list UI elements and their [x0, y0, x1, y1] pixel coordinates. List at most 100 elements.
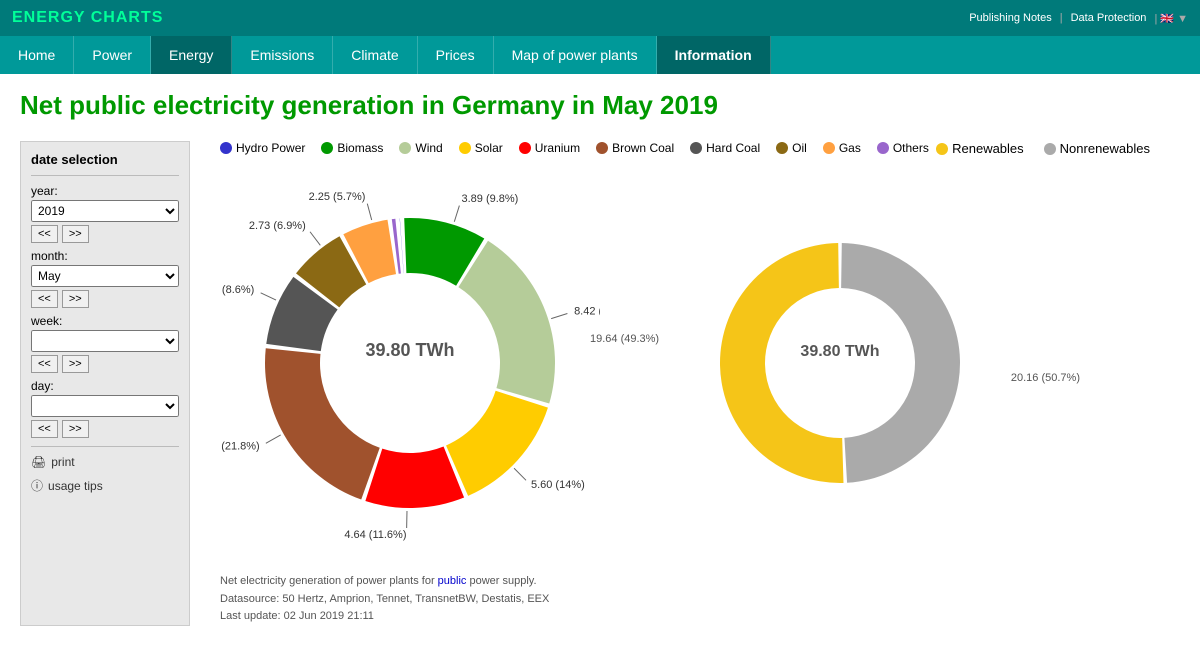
week-arrows: << >>: [31, 355, 179, 373]
usage-tips-link[interactable]: ⓘ usage tips: [31, 477, 179, 494]
legend-biomass: Biomass: [321, 141, 383, 155]
public-link[interactable]: public: [438, 575, 467, 587]
main-content: date selection year: 2019 << >> month: M…: [0, 131, 1200, 636]
svg-text:3.89 (9.8%): 3.89 (9.8%): [461, 193, 518, 205]
month-prev-btn[interactable]: <<: [31, 290, 58, 308]
uranium-dot: [519, 142, 531, 154]
svg-text:2.25 (5.7%): 2.25 (5.7%): [309, 191, 366, 203]
svg-text:39.80 TWh: 39.80 TWh: [800, 343, 879, 360]
others-dot: [877, 142, 889, 154]
day-arrows: << >>: [31, 420, 179, 438]
footnote-line2: Datasource: 50 Hertz, Amprion, Tennet, T…: [220, 591, 1180, 609]
chart-content: Hydro Power Biomass Wind Solar Uranium: [200, 131, 1200, 636]
gas-dot: [823, 142, 835, 154]
donut-chart-1: 3.89 (9.8%) 8.42 (21.1%) 5.60 (14%) 4.64 (1…: [220, 173, 600, 553]
legend-gas: Gas: [823, 141, 861, 155]
print-link[interactable]: 🖨 print: [31, 455, 179, 469]
right-legend: Renewables Nonrenewables: [936, 141, 1180, 156]
footnote-line1: Net electricity generation of power plan…: [220, 573, 1180, 591]
legend-renewables: Renewables: [936, 141, 1024, 156]
legend-uranium: Uranium: [519, 141, 580, 155]
solar-dot: [459, 142, 471, 154]
info-icon: ⓘ: [31, 477, 43, 494]
nav-climate[interactable]: Climate: [333, 36, 417, 74]
sidebar-title: date selection: [31, 152, 179, 167]
donut-svg-1: 3.89 (9.8%) 8.42 (21.1%) 5.60 (14%) 4.64 (1…: [220, 173, 600, 553]
gas-label: Gas: [839, 141, 861, 155]
print-label: print: [51, 455, 74, 469]
nonrenewables-label: Nonrenewables: [1060, 141, 1150, 156]
hardcoal-label: Hard Coal: [706, 141, 760, 155]
legend-others: Others: [877, 141, 929, 155]
footnote-line3: Last update: 02 Jun 2019 21:11: [220, 608, 1180, 626]
biomass-dot: [321, 142, 333, 154]
svg-text:3.42 (8.6%): 3.42 (8.6%): [220, 284, 254, 296]
day-label: day:: [31, 379, 179, 393]
nav-power[interactable]: Power: [74, 36, 151, 74]
legend: Hydro Power Biomass Wind Solar Uranium: [220, 141, 929, 155]
nav-home[interactable]: Home: [0, 36, 74, 74]
svg-text:8.42 (21.1%): 8.42 (21.1%): [574, 305, 600, 317]
oil-dot: [776, 142, 788, 154]
uranium-label: Uranium: [535, 141, 580, 155]
hardcoal-dot: [690, 142, 702, 154]
legend-solar: Solar: [459, 141, 503, 155]
week-next-btn[interactable]: >>: [62, 355, 89, 373]
page-title: Net public electricity generation in Ger…: [0, 74, 1200, 131]
year-prev-btn[interactable]: <<: [31, 225, 58, 243]
year-label: year:: [31, 184, 179, 198]
legend-oil: Oil: [776, 141, 807, 155]
oil-label: Oil: [792, 141, 807, 155]
biomass-label: Biomass: [337, 141, 383, 155]
month-select[interactable]: May: [31, 265, 179, 287]
charts-row: 3.89 (9.8%) 8.42 (21.1%) 5.60 (14%) 4.64 (1…: [220, 173, 1180, 553]
week-label: week:: [31, 314, 179, 328]
month-label: month:: [31, 249, 179, 263]
year-select[interactable]: 2019: [31, 200, 179, 222]
nav-energy[interactable]: Energy: [151, 36, 232, 74]
renewables-value-label: 20.16 (50.7%): [1011, 372, 1080, 384]
nonrenewables-dot: [1044, 143, 1056, 155]
hydro-label: Hydro Power: [236, 141, 305, 155]
browncoal-dot: [596, 142, 608, 154]
usage-label: usage tips: [48, 479, 103, 493]
month-arrows: << >>: [31, 290, 179, 308]
day-select[interactable]: [31, 395, 179, 417]
week-select[interactable]: [31, 330, 179, 352]
year-arrows: << >>: [31, 225, 179, 243]
donut-svg-2: 39.80 TWh: [690, 213, 990, 513]
sidebar: date selection year: 2019 << >> month: M…: [20, 141, 190, 626]
hydro-dot: [220, 142, 232, 154]
data-protection-link[interactable]: Data Protection: [1071, 12, 1147, 24]
nav-prices[interactable]: Prices: [418, 36, 494, 74]
svg-text:4.64 (11.6%): 4.64 (11.6%): [344, 529, 406, 541]
week-prev-btn[interactable]: <<: [31, 355, 58, 373]
solar-label: Solar: [475, 141, 503, 155]
month-next-btn[interactable]: >>: [62, 290, 89, 308]
nav-information[interactable]: Information: [657, 36, 771, 74]
day-next-btn[interactable]: >>: [62, 420, 89, 438]
legend-browncoal: Brown Coal: [596, 141, 674, 155]
legend-hydro: Hydro Power: [220, 141, 305, 155]
nav-bar: Home Power Energy Emissions Climate Pric…: [0, 36, 1200, 74]
year-next-btn[interactable]: >>: [62, 225, 89, 243]
header-links: Publishing Notes | Data Protection | 🇬🇧 …: [969, 12, 1188, 25]
legend-nonrenewables: Nonrenewables: [1044, 141, 1150, 156]
svg-text:8.70 (21.8%): 8.70 (21.8%): [220, 441, 260, 453]
browncoal-label: Brown Coal: [612, 141, 674, 155]
nonrenewables-value-label: 19.64 (49.3%): [590, 333, 659, 345]
renewables-label: Renewables: [952, 141, 1024, 156]
donut-chart-2: 39.80 TWh 20.16 (50.7%) 19.64 (49.3%): [690, 213, 990, 513]
legend-hardcoal: Hard Coal: [690, 141, 760, 155]
wind-dot: [399, 142, 411, 154]
header: ENERGY CHARTS Publishing Notes | Data Pr…: [0, 0, 1200, 36]
publishing-notes-link[interactable]: Publishing Notes: [969, 12, 1052, 24]
nav-emissions[interactable]: Emissions: [232, 36, 333, 74]
day-prev-btn[interactable]: <<: [31, 420, 58, 438]
others-label: Others: [893, 141, 929, 155]
nav-map[interactable]: Map of power plants: [494, 36, 657, 74]
wind-label: Wind: [415, 141, 442, 155]
svg-text:5.60 (14%): 5.60 (14%): [531, 479, 585, 491]
legend-wind: Wind: [399, 141, 442, 155]
brand-logo: ENERGY CHARTS: [12, 9, 163, 27]
